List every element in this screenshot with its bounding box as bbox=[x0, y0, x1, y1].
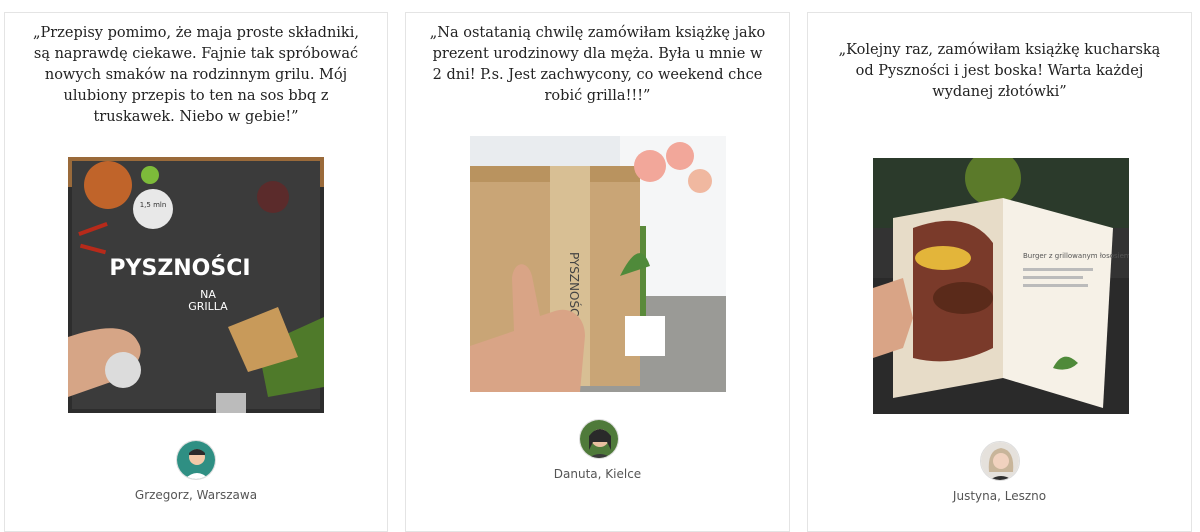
testimonial-author: Danuta, Kielce bbox=[553, 467, 642, 481]
cover-title: PYSZNOŚCI bbox=[109, 255, 250, 281]
testimonial-photo: 1,5 mln PYSZNOŚCI NA GRILLA bbox=[68, 157, 324, 413]
testimonial-card: „Na ostatanią chwilę zamówiłam książkę j… bbox=[405, 12, 790, 532]
cover-subtitle-grilla: GRILLA bbox=[188, 300, 228, 313]
book-page-heading: Burger z grillowanym łososiem bbox=[1023, 252, 1129, 260]
testimonial-card: „Kolejny raz, zamówiłam książkę kucharsk… bbox=[807, 12, 1192, 532]
testimonial-photo: Burger z grillowanym łososiem bbox=[873, 158, 1129, 414]
testimonial-author: Justyna, Leszno bbox=[952, 489, 1047, 503]
testimonial-quote: „Na ostatanią chwilę zamówiłam książkę j… bbox=[429, 25, 766, 104]
testimonial-quote: „Kolejny raz, zamówiłam książkę kucharsk… bbox=[838, 42, 1161, 100]
testimonial-card: „Przepisy pomimo, że maja proste składni… bbox=[4, 12, 388, 532]
testimonial-author: Grzegorz, Warszawa bbox=[134, 488, 258, 502]
testimonial-quote: „Przepisy pomimo, że maja proste składni… bbox=[33, 25, 359, 125]
testimonial-photo: PYSZNOŚCI bbox=[470, 136, 726, 392]
avatar bbox=[579, 419, 619, 459]
avatar bbox=[980, 441, 1020, 481]
box-tape-text: PYSZNOŚCI bbox=[567, 252, 582, 320]
cover-badge-text: 1,5 mln bbox=[140, 201, 167, 209]
avatar bbox=[176, 440, 216, 480]
